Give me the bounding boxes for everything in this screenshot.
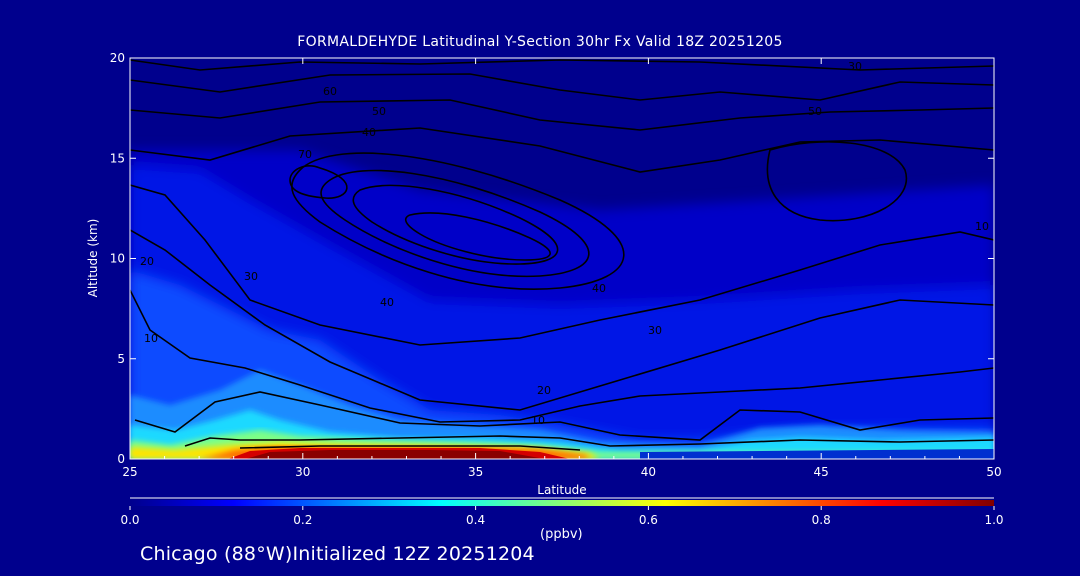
x-tick-label: 45	[814, 465, 829, 479]
contour-label: 40	[380, 296, 394, 309]
footer-caption: Chicago (88°W)Initialized 12Z 20251204	[140, 543, 535, 565]
y-tick-label: 20	[110, 51, 125, 65]
x-tick-label: 25	[122, 465, 137, 479]
chart-svg: 60 50 40 70 50 30 10 20 30 40 40 30 10 2…	[86, 51, 1004, 527]
contour-label: 10	[975, 220, 989, 233]
colorbar-tick-label: 0.8	[812, 513, 831, 527]
contour-label: 30	[648, 324, 662, 337]
contour-label: 50	[372, 105, 386, 118]
contour-label: 50	[808, 105, 822, 118]
contour-label: 10	[144, 332, 158, 345]
heatmap-field	[130, 58, 994, 459]
contour-label: 40	[592, 282, 606, 295]
x-tick-label: 35	[468, 465, 483, 479]
contour-label: 30	[244, 270, 258, 283]
y-tick-label: 5	[117, 352, 125, 366]
contour-label: 20	[140, 255, 154, 268]
field-layer-dark-red	[245, 450, 545, 459]
contour-label: 70	[298, 148, 312, 161]
contour-label: 60	[323, 85, 337, 98]
y-tick-label: 0	[117, 452, 125, 466]
y-tick-label: 15	[110, 151, 125, 165]
contour-label: 30	[848, 60, 862, 73]
colorbar-unit-label: (ppbv)	[540, 527, 583, 542]
colorbar-tick-label: 0.0	[120, 513, 139, 527]
y-tick-label: 10	[110, 252, 125, 266]
contour-label: 40	[362, 126, 376, 139]
colorbar-tick-label: 0.6	[639, 513, 658, 527]
contour-label: 10	[531, 414, 545, 427]
x-tick-label: 30	[295, 465, 310, 479]
x-tick-label: 50	[986, 465, 1001, 479]
x-axis-label: Latitude	[537, 483, 586, 497]
colorbar-tick-label: 0.4	[466, 513, 485, 527]
contour-label: 20	[537, 384, 551, 397]
colorbar-tick-label: 1.0	[984, 513, 1003, 527]
x-tick-label: 40	[641, 465, 656, 479]
y-axis-label: Altitude (km)	[86, 219, 100, 298]
colorbar	[130, 500, 994, 506]
colorbar-ticks: 0.0 0.2 0.4 0.6 0.8 1.0	[120, 506, 1004, 527]
colorbar-tick-label: 0.2	[293, 513, 312, 527]
